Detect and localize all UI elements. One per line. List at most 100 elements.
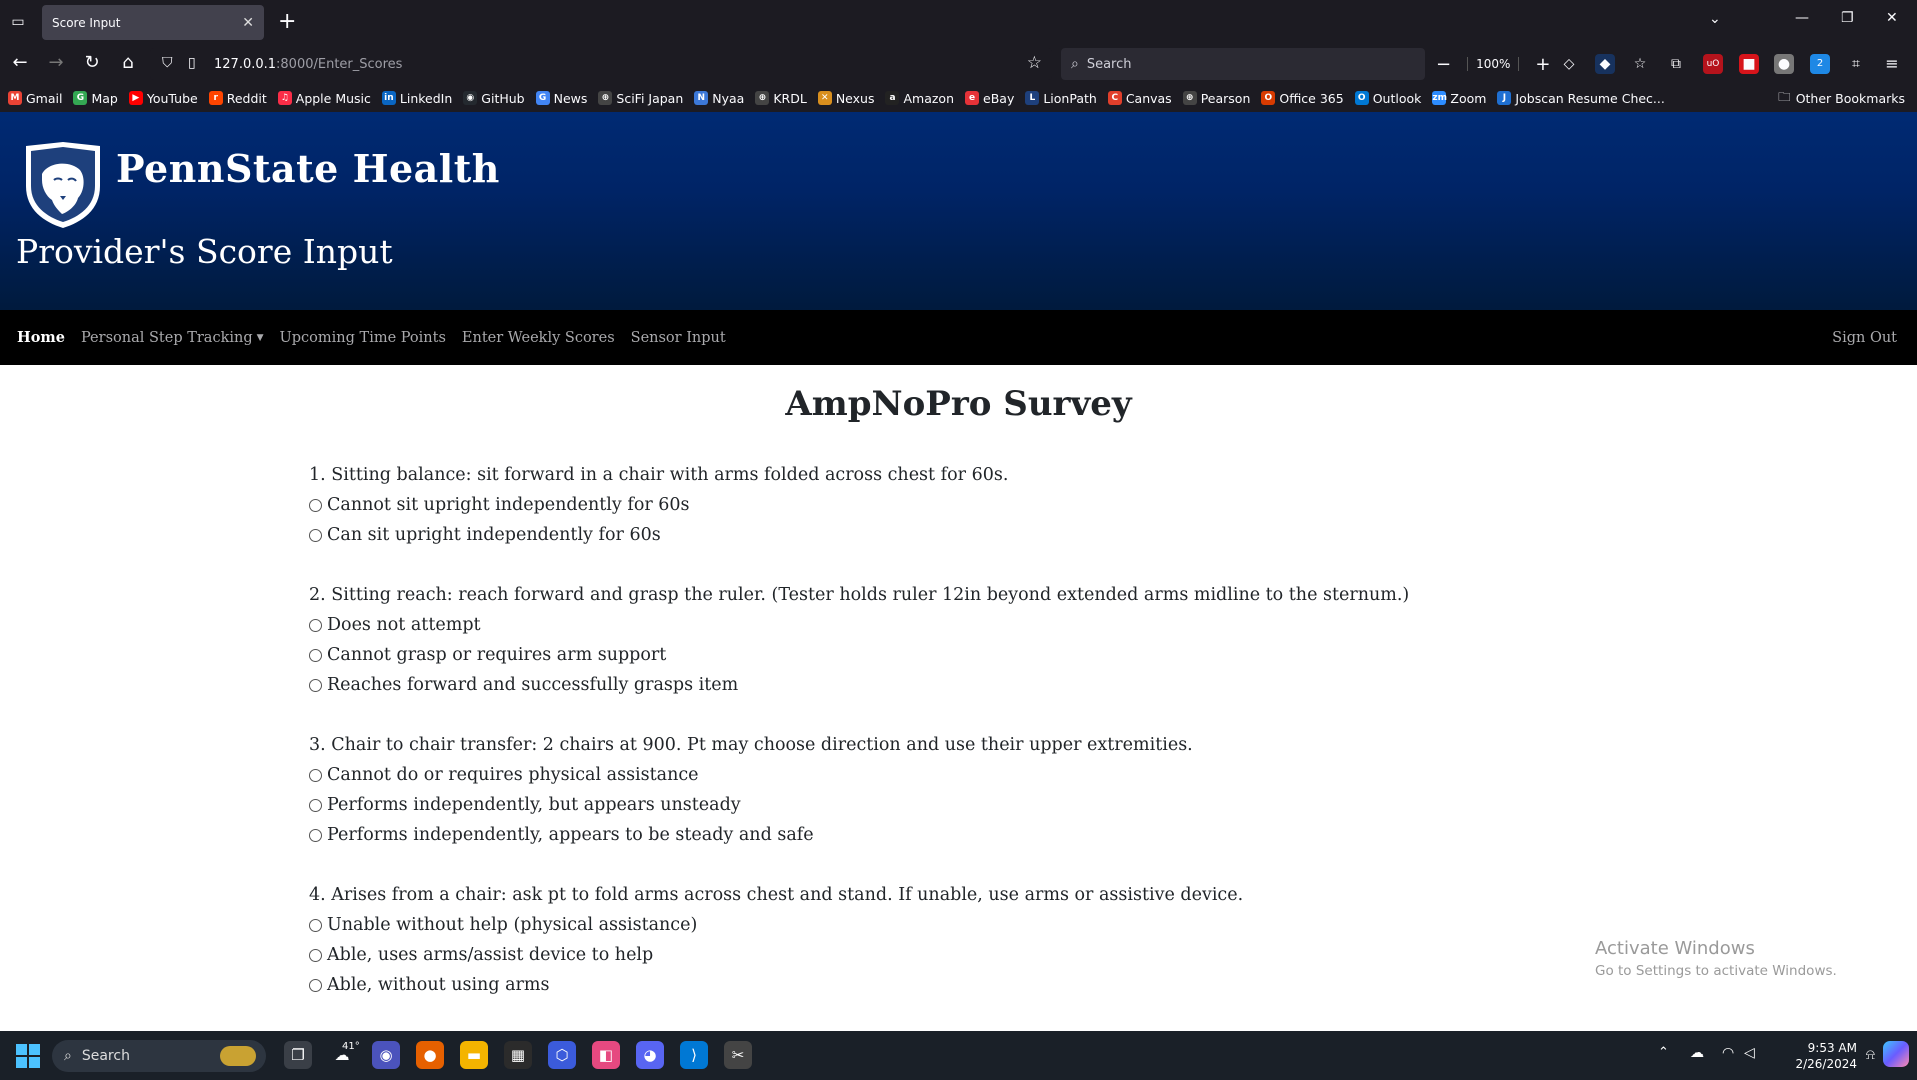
bookmark-item[interactable]: G News xyxy=(535,91,587,106)
radio-button[interactable] xyxy=(309,618,322,632)
radio-button[interactable] xyxy=(309,948,322,962)
answer-option[interactable]: Able, uses arms/assist device to help xyxy=(309,940,1709,970)
answer-option[interactable]: Cannot sit upright independently for 60s xyxy=(309,490,1709,520)
chevron-down-icon[interactable]: ⌄ xyxy=(1709,11,1721,27)
bookmark-manager-icon[interactable]: ☆ xyxy=(1630,54,1650,74)
url-bar[interactable]: ⛉ ▯ 127.0.0.1 :8000/Enter_Scores ☆ xyxy=(150,48,1052,80)
forward-icon[interactable]: → xyxy=(44,52,68,73)
radio-button[interactable] xyxy=(309,768,322,782)
pocket-icon[interactable]: ◇ xyxy=(1559,54,1579,74)
microsoft-store-icon[interactable]: ▦ xyxy=(504,1041,532,1069)
restore-icon[interactable]: ❐ xyxy=(1841,10,1854,26)
home-icon[interactable]: ⌂ xyxy=(116,52,140,73)
bookmark-item[interactable]: ▶ YouTube xyxy=(128,91,198,106)
bookmark-item[interactable]: G Map xyxy=(73,91,118,106)
radio-button[interactable] xyxy=(309,798,322,812)
bookmark-item[interactable]: e eBay xyxy=(965,91,1014,106)
other-bookmarks[interactable]: 🗀 Other Bookmarks xyxy=(1778,86,1905,110)
browser-tab[interactable]: Score Input ✕ xyxy=(42,5,264,40)
task-view-icon[interactable]: ❐ xyxy=(284,1041,312,1069)
nav-upcoming-time-points[interactable]: Upcoming Time Points xyxy=(280,330,446,346)
bookmark-item[interactable]: M Gmail xyxy=(8,91,62,106)
penn-state-shield-logo[interactable] xyxy=(22,140,104,230)
nav-personal-step-tracking[interactable]: Personal Step Tracking ▼ xyxy=(81,330,264,346)
search-input[interactable]: ⌕ Search xyxy=(1061,48,1425,80)
zoom-level[interactable]: 100% xyxy=(1467,57,1520,71)
page-icon[interactable]: ▯ xyxy=(188,55,196,71)
answer-option[interactable]: Can sit upright independently for 60s xyxy=(309,520,1709,550)
reload-icon[interactable]: ↻ xyxy=(80,52,104,73)
answer-option[interactable]: Does not attempt xyxy=(309,610,1709,640)
volume-icon[interactable]: ◁ xyxy=(1744,1045,1755,1061)
radio-button[interactable] xyxy=(309,978,322,992)
answer-option[interactable]: Performs independently, but appears unst… xyxy=(309,790,1709,820)
radio-button[interactable] xyxy=(309,918,322,932)
zoom-out-icon[interactable]: − xyxy=(1436,54,1451,75)
zoom-in-icon[interactable]: + xyxy=(1535,54,1550,75)
ublock-icon[interactable]: uO xyxy=(1703,54,1723,74)
extension-icon[interactable]: ◆ xyxy=(1595,54,1615,74)
bookmark-item[interactable]: C Canvas xyxy=(1107,91,1172,106)
minimize-icon[interactable]: — xyxy=(1795,10,1809,26)
teams-icon[interactable]: ◉ xyxy=(372,1041,400,1069)
close-tab-icon[interactable]: ✕ xyxy=(242,15,254,31)
avatar-extension-icon[interactable]: ● xyxy=(1774,54,1794,74)
bookmark-item[interactable]: O Office 365 xyxy=(1261,91,1344,106)
answer-option[interactable]: Performs independently, appears to be st… xyxy=(309,820,1709,850)
bookmark-star-icon[interactable]: ☆ xyxy=(1027,53,1042,73)
file-explorer-icon[interactable]: ▬ xyxy=(460,1041,488,1069)
bookmark-item[interactable]: ♫ Apple Music xyxy=(277,91,371,106)
nav-enter-weekly-scores[interactable]: Enter Weekly Scores xyxy=(462,330,615,346)
nav-sensor-input[interactable]: Sensor Input xyxy=(631,330,726,346)
firefox-icon[interactable]: ● xyxy=(416,1041,444,1069)
bookmark-item[interactable]: ✕ Nexus xyxy=(817,91,874,106)
windows-start-icon[interactable] xyxy=(16,1044,40,1068)
menu-icon[interactable]: ≡ xyxy=(1882,54,1902,74)
onedrive-icon[interactable]: ☁ xyxy=(1690,1045,1704,1061)
tab-list-icon[interactable]: ▭ xyxy=(8,12,28,32)
radio-button[interactable] xyxy=(309,678,322,692)
photos-icon[interactable]: ◧ xyxy=(592,1041,620,1069)
notification-bell-icon[interactable]: ⍾ xyxy=(1866,1047,1875,1063)
bookmark-item[interactable]: ◉ GitHub xyxy=(463,91,525,106)
answer-option[interactable]: Reaches forward and successfully grasps … xyxy=(309,670,1709,700)
answer-option[interactable]: Able, without using arms xyxy=(309,970,1709,1000)
chevron-up-icon[interactable]: ⌃ xyxy=(1658,1045,1669,1060)
radio-button[interactable] xyxy=(309,498,322,512)
vscode-icon[interactable]: ⟩ xyxy=(680,1041,708,1069)
bookmark-item[interactable]: zm Zoom xyxy=(1432,91,1486,106)
app-icon[interactable]: ⬡ xyxy=(548,1041,576,1069)
wifi-icon[interactable]: ◠ xyxy=(1722,1045,1734,1061)
extensions-puzzle-icon[interactable]: ⧉ xyxy=(1666,54,1686,74)
crop-icon[interactable]: ⌗ xyxy=(1846,54,1866,74)
answer-option[interactable]: Cannot grasp or requires arm support xyxy=(309,640,1709,670)
nav-home[interactable]: Home xyxy=(17,329,65,346)
bookmark-item[interactable]: ⊕ Pearson xyxy=(1182,91,1250,106)
notification-extension-icon[interactable]: 2 xyxy=(1810,54,1830,74)
radio-button[interactable] xyxy=(309,648,322,662)
bookmark-item[interactable]: J Jobscan Resume Chec... xyxy=(1497,91,1665,106)
system-clock[interactable]: 9:53 AM 2/26/2024 xyxy=(1795,1040,1857,1072)
bookmark-item[interactable]: r Reddit xyxy=(208,91,267,106)
bookmark-item[interactable]: a Amazon xyxy=(885,91,954,106)
snipping-tool-icon[interactable]: ✂ xyxy=(724,1041,752,1069)
back-icon[interactable]: ← xyxy=(8,52,32,73)
bookmark-item[interactable]: in LinkedIn xyxy=(381,91,452,106)
taskbar-search[interactable]: ⌕ Search xyxy=(52,1040,266,1072)
new-tab-icon[interactable]: + xyxy=(278,9,296,34)
lock-extension-icon[interactable]: ■ xyxy=(1739,54,1759,74)
radio-button[interactable] xyxy=(309,828,322,842)
copilot-icon[interactable] xyxy=(1883,1041,1909,1067)
shield-icon[interactable]: ⛉ xyxy=(162,55,173,71)
answer-option[interactable]: Cannot do or requires physical assistanc… xyxy=(309,760,1709,790)
bookmark-item[interactable]: ⊕ KRDL xyxy=(755,91,807,106)
close-window-icon[interactable]: ✕ xyxy=(1886,10,1898,26)
nav-sign-out[interactable]: Sign Out xyxy=(1832,330,1897,346)
bookmark-item[interactable]: N Nyaa xyxy=(694,91,744,106)
radio-button[interactable] xyxy=(309,528,322,542)
bookmark-item[interactable]: O Outlook xyxy=(1354,91,1421,106)
bookmark-item[interactable]: L LionPath xyxy=(1025,91,1097,106)
bookmark-item[interactable]: ⊕ SciFi Japan xyxy=(598,91,683,106)
discord-icon[interactable]: ◕ xyxy=(636,1041,664,1069)
answer-option[interactable]: Unable without help (physical assistance… xyxy=(309,910,1709,940)
